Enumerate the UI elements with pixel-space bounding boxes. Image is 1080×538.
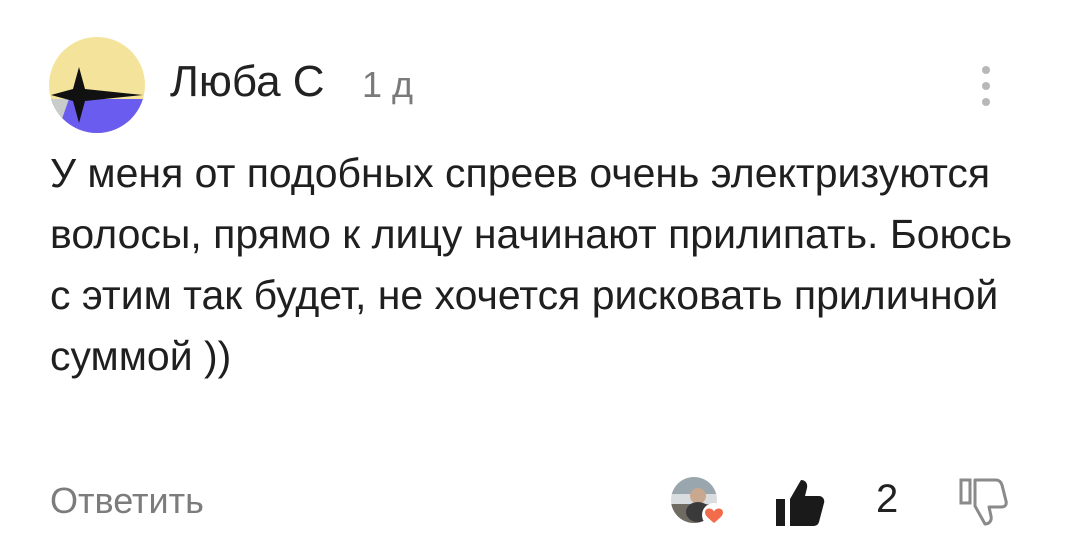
comment-card: Люба С 1 д У меня от подобных спреев оче… bbox=[0, 0, 1080, 538]
thumbs-up-icon[interactable] bbox=[774, 476, 826, 528]
reply-button[interactable]: Ответить bbox=[50, 476, 204, 526]
comment-timestamp: 1 д bbox=[362, 64, 414, 105]
author-name[interactable]: Люба С bbox=[170, 55, 325, 109]
comment-text: У меня от подобных спреев очень электриз… bbox=[50, 150, 1013, 379]
liker-avatar-heart-icon[interactable] bbox=[670, 474, 732, 530]
more-vertical-icon bbox=[982, 82, 990, 90]
more-vertical-icon bbox=[982, 98, 990, 106]
thumbs-down-icon[interactable] bbox=[958, 476, 1008, 528]
like-count: 2 bbox=[876, 477, 899, 521]
more-vertical-icon bbox=[982, 66, 990, 74]
avatar-icon[interactable] bbox=[49, 37, 145, 133]
more-options-button[interactable] bbox=[968, 62, 1004, 110]
